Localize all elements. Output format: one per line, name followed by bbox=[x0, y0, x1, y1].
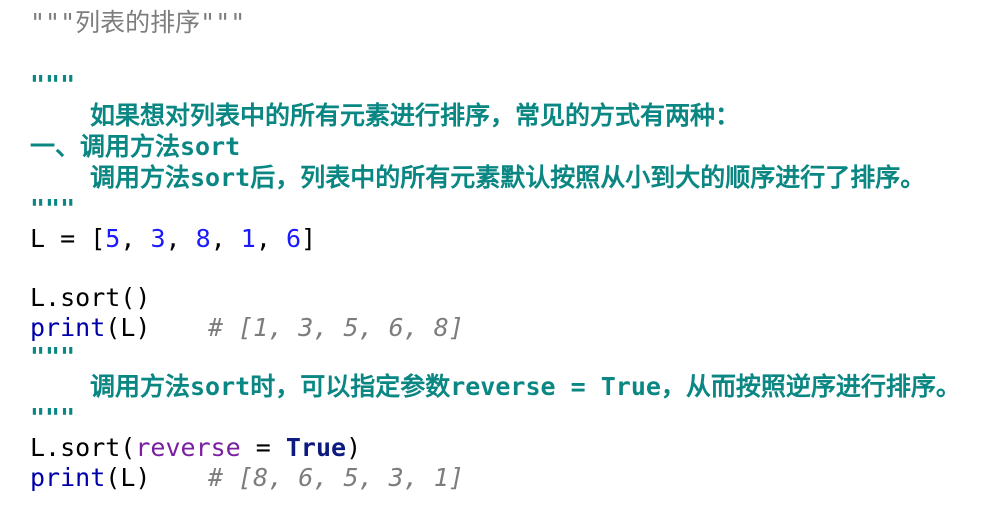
docstring-line-heading: 一、调用方法sort bbox=[30, 132, 241, 161]
print-builtin: print bbox=[30, 313, 106, 342]
docstring-line-sort-desc: 调用方法sort后，列表中的所有元素默认按照从小到大的顺序进行了排序。 bbox=[90, 163, 926, 192]
true-keyword: True bbox=[285, 433, 347, 462]
number-literal: 1 bbox=[240, 224, 256, 253]
sort-suffix: ) bbox=[346, 433, 362, 462]
print-args: (L) bbox=[105, 463, 151, 492]
assign-prefix: L = [ bbox=[30, 224, 106, 253]
print-args: (L) bbox=[105, 313, 151, 342]
docstring-close-quotes: """ bbox=[30, 194, 76, 223]
result-comment: # [8, 6, 5, 3, 1] bbox=[208, 463, 464, 492]
sort-call-line: L.sort() bbox=[30, 283, 151, 312]
module-docstring: """列表的排序""" bbox=[30, 8, 246, 37]
print-builtin: print bbox=[30, 463, 106, 492]
separator: , bbox=[210, 224, 241, 253]
docstring-line-reverse: 调用方法sort时，可以指定参数reverse = True，从而按照逆序进行排… bbox=[90, 372, 961, 401]
number-literal: 6 bbox=[285, 224, 302, 253]
number-literal: 8 bbox=[195, 224, 211, 253]
docstring-open-quotes: """ bbox=[30, 70, 76, 99]
print-line-1: print(L) # [1, 3, 5, 6, 8] bbox=[30, 313, 464, 343]
separator: , bbox=[255, 224, 286, 253]
docstring-line-intro: 如果想对列表中的所有元素进行排序，常见的方式有两种： bbox=[90, 101, 741, 130]
sort-prefix: L.sort( bbox=[30, 433, 136, 462]
sort-reverse-line: L.sort(reverse = True) bbox=[30, 433, 361, 463]
number-literal: 3 bbox=[150, 224, 166, 253]
list-assignment-line: L = [5, 3, 8, 1, 6] bbox=[30, 224, 316, 254]
print-line-2: print(L) # [8, 6, 5, 3, 1] bbox=[30, 463, 464, 493]
keyword-argument: reverse bbox=[135, 433, 241, 462]
separator: , bbox=[165, 224, 196, 253]
assign-close: ] bbox=[301, 224, 317, 253]
result-comment: # [1, 3, 5, 6, 8] bbox=[208, 313, 464, 342]
equals-sign: = bbox=[240, 433, 286, 462]
number-literal: 5 bbox=[105, 224, 121, 253]
docstring-open-quotes: """ bbox=[30, 342, 76, 371]
separator: , bbox=[120, 224, 151, 253]
docstring-close-quotes: """ bbox=[30, 403, 76, 432]
